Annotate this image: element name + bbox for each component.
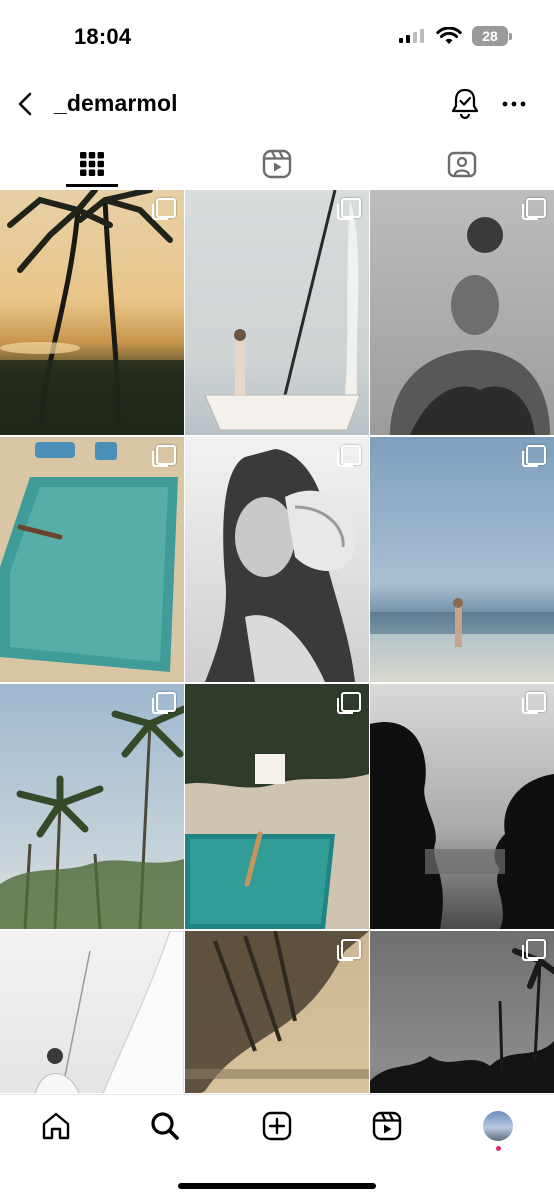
grid-post[interactable]	[0, 931, 184, 1093]
posts-grid	[0, 190, 554, 1093]
nav-home[interactable]	[39, 1109, 73, 1143]
home-icon	[42, 1112, 70, 1140]
create-icon	[262, 1111, 292, 1141]
back-arrow-icon[interactable]	[12, 86, 42, 122]
multi-post-icon	[152, 692, 176, 714]
tagged-icon	[447, 151, 477, 178]
multi-post-icon	[522, 198, 546, 220]
search-icon	[151, 1112, 179, 1140]
profile-header: _demarmol	[0, 72, 554, 138]
grid-post[interactable]	[370, 931, 554, 1093]
post-photo	[370, 598, 554, 647]
signal-icon	[399, 29, 424, 43]
notification-dot	[496, 1146, 501, 1151]
grid-post[interactable]	[370, 437, 554, 682]
post-photo	[35, 931, 184, 1093]
wifi-icon	[436, 27, 462, 44]
grid-post[interactable]	[370, 190, 554, 435]
multi-post-icon	[522, 692, 546, 714]
post-photo	[390, 217, 550, 435]
profile-tabs	[0, 140, 554, 188]
grid-post[interactable]	[185, 437, 369, 682]
post-photo	[0, 190, 184, 435]
post-photo	[370, 722, 554, 929]
battery-indicator: 28	[472, 26, 512, 46]
multi-post-icon	[337, 445, 361, 467]
profile-avatar	[483, 1111, 513, 1141]
multi-post-icon	[522, 445, 546, 467]
grid-icon	[80, 152, 104, 176]
more-options-icon[interactable]	[500, 90, 528, 118]
grid-post[interactable]	[0, 437, 184, 682]
status-bar: 18:04 28	[0, 0, 554, 72]
multi-post-icon	[152, 198, 176, 220]
post-photo	[185, 684, 369, 929]
post-photo	[205, 449, 356, 682]
multi-post-icon	[337, 198, 361, 220]
nav-create[interactable]	[260, 1109, 294, 1143]
status-icons: 28	[398, 26, 512, 46]
reels-icon	[262, 149, 292, 179]
profile-username: _demarmol	[54, 90, 178, 116]
nav-profile[interactable]	[481, 1109, 515, 1143]
reels-icon	[372, 1111, 402, 1141]
tab-posts[interactable]	[0, 140, 184, 188]
grid-post[interactable]	[185, 190, 369, 435]
post-photo	[0, 442, 178, 672]
post-photo	[204, 190, 361, 431]
post-photo	[0, 705, 184, 929]
multi-post-icon	[152, 445, 176, 467]
nav-search[interactable]	[148, 1109, 182, 1143]
status-time: 18:04	[74, 24, 132, 49]
grid-post[interactable]	[370, 684, 554, 929]
grid-post[interactable]	[185, 684, 369, 929]
multi-post-icon	[337, 692, 361, 714]
grid-post[interactable]	[0, 190, 184, 435]
multi-post-icon	[522, 939, 546, 961]
nav-reels[interactable]	[370, 1109, 404, 1143]
multi-post-icon	[337, 939, 361, 961]
grid-post[interactable]	[185, 931, 369, 1093]
notification-bell-icon[interactable]	[449, 86, 481, 120]
tab-tagged[interactable]	[370, 140, 554, 188]
tab-reels[interactable]	[185, 140, 369, 188]
grid-post[interactable]	[0, 684, 184, 929]
home-indicator	[178, 1183, 376, 1189]
